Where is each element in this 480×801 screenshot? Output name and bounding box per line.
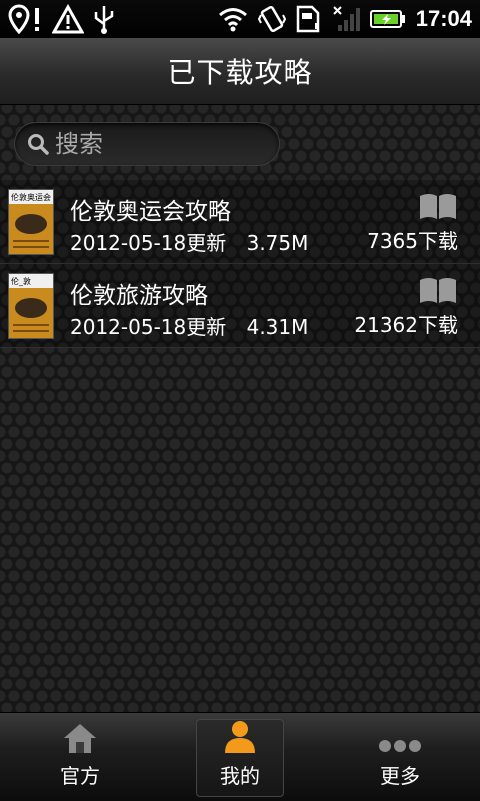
download-count: 21362下载 xyxy=(354,313,458,337)
tab-label: 更多 xyxy=(380,764,420,788)
home-icon xyxy=(64,724,96,753)
guide-title: 伦敦奥运会攻略 xyxy=(70,199,231,225)
guide-size: 4.31M xyxy=(246,315,309,339)
title-bar: 已下载攻略 xyxy=(0,38,480,105)
guide-item[interactable]: 伦_敦 伦敦旅游攻略 2012-05-18更新 4.31M 21362下载 xyxy=(0,264,480,348)
guide-meta: 2012-05-18更新 4.31M xyxy=(70,311,308,340)
tab-label: 官方 xyxy=(60,764,100,788)
tab-more[interactable]: 更多 xyxy=(320,713,480,801)
guide-thumbnail: 伦敦奥运会 xyxy=(8,189,54,255)
vibrate-icon xyxy=(257,5,286,33)
guide-size: 3.75M xyxy=(246,231,309,255)
location-icon xyxy=(8,4,39,34)
book-icon[interactable] xyxy=(418,192,458,220)
no-signal-icon xyxy=(333,6,360,31)
user-icon xyxy=(225,721,255,753)
tab-mine[interactable]: 我的 xyxy=(160,713,320,801)
tab-official[interactable]: 官方 xyxy=(0,713,160,801)
thumbnail-label: 伦_敦 xyxy=(11,277,31,286)
status-bar: 17:04 xyxy=(0,0,480,38)
book-icon[interactable] xyxy=(418,276,458,304)
guide-item[interactable]: 伦敦奥运会 伦敦奥运会攻略 2012-05-18更新 3.75M 7365下载 xyxy=(0,180,480,264)
search-input[interactable] xyxy=(53,129,257,159)
download-count: 7365下载 xyxy=(367,229,458,253)
guide-date: 2012-05-18更新 xyxy=(70,231,227,255)
warning-icon xyxy=(52,4,84,34)
page-title: 已下载攻略 xyxy=(167,56,313,89)
bottom-tab-bar: 官方 我的 更多 xyxy=(0,712,480,801)
status-clock: 17:04 xyxy=(415,6,472,31)
search-icon xyxy=(28,134,49,155)
guide-date: 2012-05-18更新 xyxy=(70,315,227,339)
guide-thumbnail: 伦_敦 xyxy=(8,273,54,339)
search-box[interactable] xyxy=(14,122,280,166)
sim-card-icon xyxy=(296,5,319,33)
guide-title: 伦敦旅游攻略 xyxy=(70,283,208,309)
battery-charging-icon xyxy=(369,10,405,28)
wifi-icon xyxy=(218,8,247,32)
thumbnail-label: 伦敦奥运会 xyxy=(11,193,51,202)
tab-label: 我的 xyxy=(220,764,260,788)
guide-list: 伦敦奥运会 伦敦奥运会攻略 2012-05-18更新 3.75M 7365下载 … xyxy=(0,180,480,348)
usb-icon xyxy=(94,6,114,34)
more-icon xyxy=(379,740,421,752)
guide-meta: 2012-05-18更新 3.75M xyxy=(70,227,308,256)
